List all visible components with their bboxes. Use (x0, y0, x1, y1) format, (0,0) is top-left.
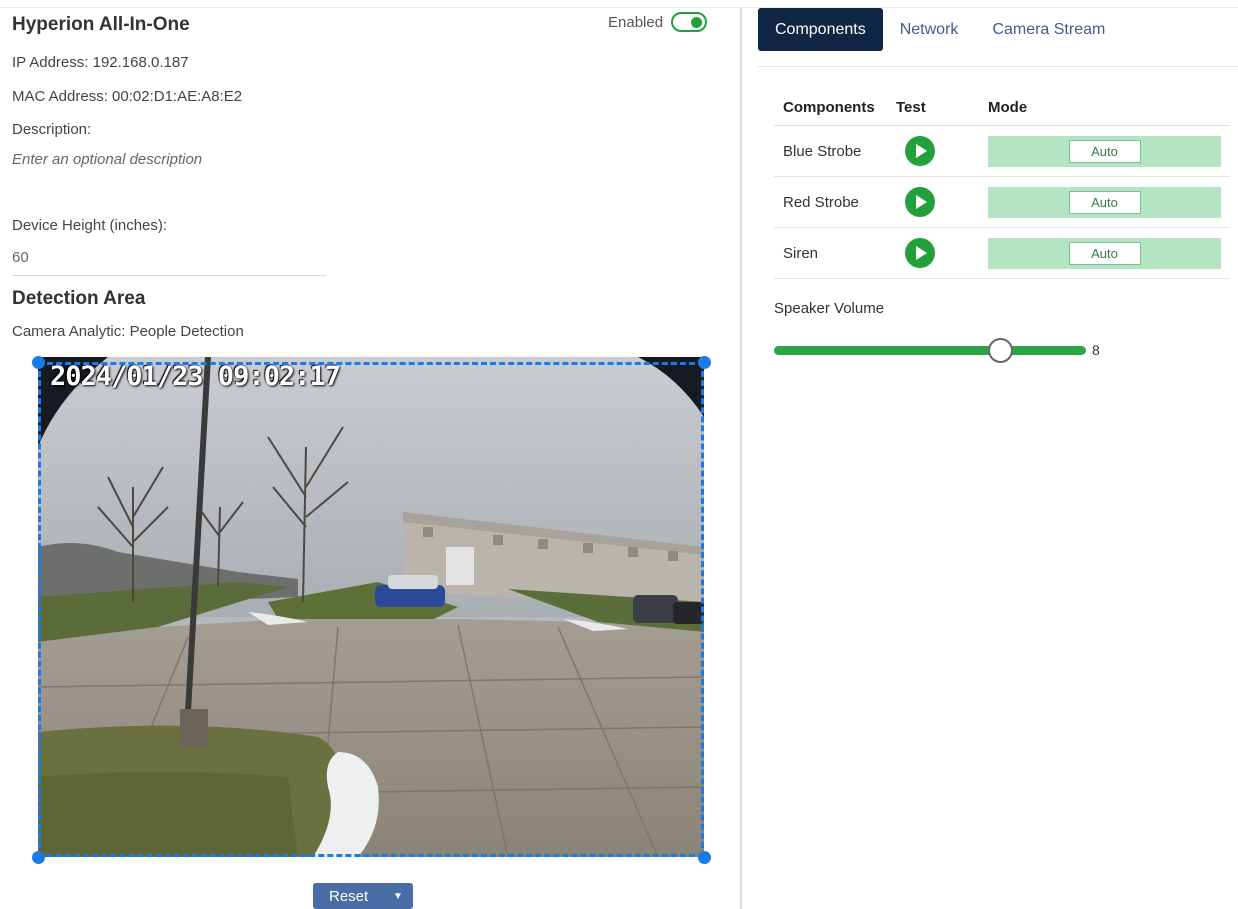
reset-button[interactable]: Reset (313, 888, 383, 905)
mode-cell: Auto (988, 237, 1221, 269)
ip-address-row: IP Address: 192.168.0.187 (12, 54, 189, 71)
mac-address-row: MAC Address: 00:02:D1:AE:A8:E2 (12, 88, 242, 105)
mode-cell: Auto (988, 186, 1221, 218)
enabled-control[interactable]: Enabled (608, 12, 708, 32)
component-name: Siren (783, 244, 819, 262)
ip-address-value: 192.168.0.187 (92, 54, 189, 71)
mode-select[interactable]: Auto (1068, 190, 1141, 214)
tabs-divider (758, 66, 1238, 67)
camera-snapshot: 2024/01/23 09:02:17 (38, 357, 704, 857)
toggle-knob (691, 16, 703, 28)
chevron-down-icon[interactable]: ▼ (383, 891, 413, 902)
device-height-field[interactable]: 60 (12, 249, 29, 266)
table-row: Red Strobe Auto (774, 177, 1230, 228)
play-icon[interactable] (905, 238, 935, 268)
play-icon[interactable] (905, 136, 935, 166)
roi-handle-bottom-right[interactable] (698, 851, 711, 864)
camera-analytic-value: People Detection (129, 323, 244, 340)
mode-cell: Auto (988, 135, 1221, 167)
device-details-panel: Hyperion All-In-One Enabled IP Address: … (0, 0, 740, 909)
mode-select[interactable]: Auto (1068, 139, 1141, 163)
header-test: Test (896, 99, 926, 116)
tab-network[interactable]: Network (883, 8, 976, 51)
enabled-toggle[interactable] (671, 12, 708, 32)
camera-analytic-row: Camera Analytic: People Detection (12, 323, 244, 340)
description-field[interactable]: Enter an optional description (12, 151, 202, 168)
device-height-label: Device Height (inches): (12, 217, 168, 234)
roi-handle-bottom-left[interactable] (32, 851, 45, 864)
ip-address-label: IP Address: (12, 54, 89, 71)
roi-handle-top-left[interactable] (32, 356, 45, 369)
speaker-volume-slider[interactable] (774, 338, 1086, 363)
speaker-volume-value: 8 (1092, 342, 1100, 358)
detection-area-title: Detection Area (12, 288, 146, 309)
description-label: Description: (12, 121, 92, 138)
slider-thumb[interactable] (988, 338, 1014, 363)
play-icon[interactable] (905, 187, 935, 217)
component-name: Red Strobe (783, 193, 859, 211)
speaker-volume-label: Speaker Volume (774, 300, 885, 317)
components-table: Components Test Mode Blue Strobe Auto Re… (774, 90, 1230, 279)
enabled-label: Enabled (608, 13, 664, 31)
components-table-header: Components Test Mode (774, 90, 1230, 126)
reset-split-button[interactable]: Reset ▼ (313, 883, 413, 909)
table-row: Blue Strobe Auto (774, 126, 1230, 177)
roi-handle-top-right[interactable] (698, 356, 711, 369)
device-title: Hyperion All-In-One (12, 14, 190, 35)
tab-bar: Components Network Camera Stream (758, 8, 1122, 51)
camera-analytic-label: Camera Analytic: (12, 323, 126, 340)
mode-select[interactable]: Auto (1068, 241, 1141, 265)
camera-timestamp: 2024/01/23 09:02:17 (50, 361, 341, 392)
mac-address-label: MAC Address: (12, 88, 108, 105)
tab-components[interactable]: Components (758, 8, 883, 51)
header-components: Components (783, 99, 875, 116)
tab-camera-stream[interactable]: Camera Stream (975, 8, 1122, 51)
component-name: Blue Strobe (783, 142, 862, 160)
camera-scene (38, 357, 704, 857)
panel-divider (740, 8, 742, 909)
table-row: Siren Auto (774, 228, 1230, 279)
mac-address-value: 00:02:D1:AE:A8:E2 (112, 88, 243, 105)
section-divider (12, 275, 326, 276)
header-mode: Mode (988, 99, 1028, 116)
